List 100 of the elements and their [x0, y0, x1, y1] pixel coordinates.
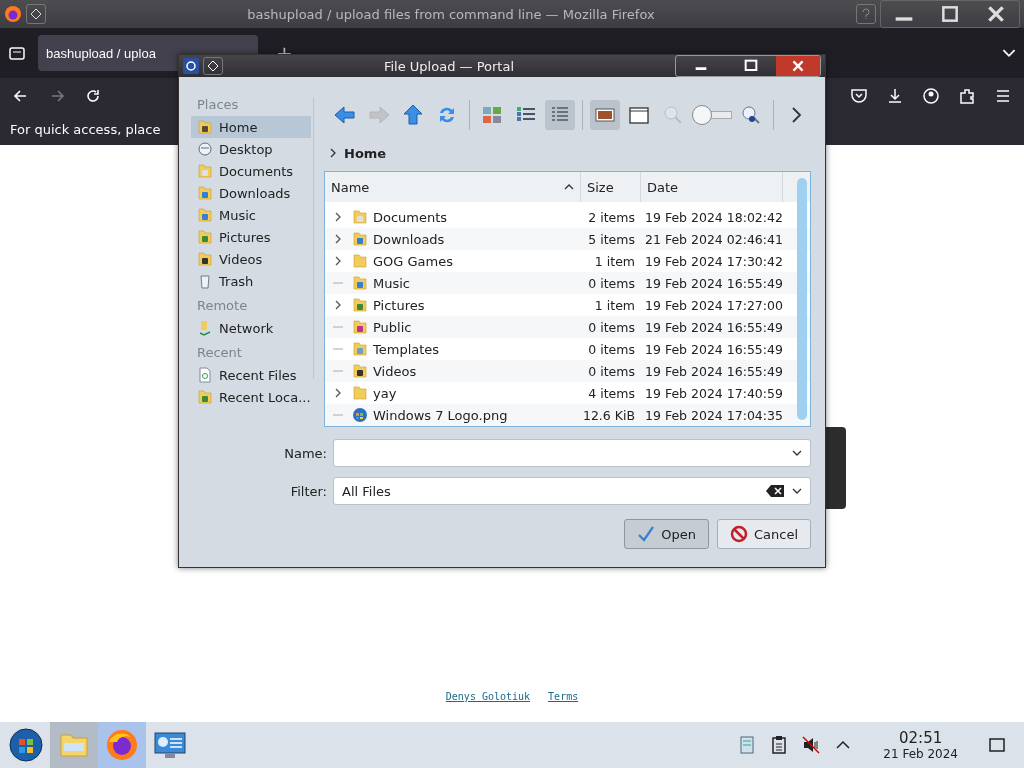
pocket-icon[interactable] — [850, 86, 868, 105]
kde-icon[interactable] — [183, 58, 199, 74]
download-icon[interactable] — [886, 86, 904, 105]
folder-icon — [197, 119, 213, 135]
places-item[interactable]: Downloads — [191, 182, 311, 204]
file-name[interactable]: Documents — [373, 209, 448, 225]
extensions-icon[interactable] — [958, 86, 976, 105]
file-size: 1 item — [593, 297, 636, 313]
folder-icon — [197, 251, 213, 267]
file-name[interactable]: Templates — [373, 341, 440, 357]
places-item[interactable]: Documents — [191, 160, 311, 182]
firefox-icon[interactable] — [105, 728, 139, 762]
file-size: 2 items — [587, 209, 636, 225]
file-name[interactable]: Music — [373, 275, 410, 291]
column-header[interactable]: Date — [641, 172, 783, 202]
folder-icon — [197, 185, 213, 201]
tab-overview-icon[interactable] — [8, 44, 26, 62]
folder-icon — [197, 389, 213, 405]
cancel-button[interactable]: Cancel — [716, 519, 811, 549]
places-heading: Places — [196, 97, 240, 114]
cancel-icon[interactable] — [729, 525, 748, 543]
checkmark-icon[interactable] — [637, 525, 656, 543]
network-folder-icon — [197, 320, 213, 336]
folder-icon — [352, 319, 368, 335]
slider-thumb[interactable] — [692, 105, 712, 125]
field-label: Filter: — [289, 483, 327, 499]
folder-icon — [197, 163, 213, 179]
field-label: Name: — [283, 445, 327, 461]
monitor-settings-icon[interactable] — [153, 730, 187, 760]
pin-button[interactable] — [203, 57, 223, 75]
firefox-icon[interactable] — [4, 5, 22, 23]
file-size: 4 items — [587, 385, 636, 401]
clear-icon[interactable] — [766, 485, 784, 497]
globe-icon — [352, 407, 368, 423]
places-item[interactable]: Pictures — [191, 226, 311, 248]
scrollbar[interactable] — [797, 178, 807, 420]
places-item[interactable]: Trash — [191, 270, 311, 292]
file-size: 0 items — [587, 363, 636, 379]
dialog-title: File Upload — Portal — [382, 58, 516, 74]
open-button[interactable]: Open — [624, 519, 709, 549]
places-item[interactable]: Home — [191, 116, 311, 138]
expand-icon — [333, 300, 343, 310]
file-name[interactable]: Pictures — [373, 297, 425, 313]
file-name[interactable]: yay — [373, 385, 397, 401]
file-name[interactable]: Windows 7 Logo.png — [373, 407, 508, 423]
clock-time[interactable]: 02:51 — [899, 729, 943, 747]
folder-icon — [352, 231, 368, 247]
muted-speaker-icon[interactable] — [801, 735, 822, 755]
name-field[interactable] — [333, 439, 811, 467]
file-name[interactable]: Downloads — [373, 231, 445, 247]
breadcrumb[interactable]: Home — [344, 145, 387, 161]
folder-icon — [352, 341, 368, 357]
file-date: 19 Feb 2024 16:55:49 — [644, 363, 783, 379]
folder-icon — [352, 363, 368, 379]
file-name[interactable]: Public — [373, 319, 412, 335]
window-title: bashupload / upload files from command line — Mozilla Firefox — [246, 6, 656, 22]
clock-date[interactable]: 21 Feb 2024 — [883, 747, 958, 761]
file-date: 19 Feb 2024 16:55:49 — [644, 341, 783, 357]
file-name[interactable]: Videos — [373, 363, 417, 379]
file-date: 21 Feb 2024 02:46:41 — [644, 231, 783, 247]
footer-link[interactable]: Terms — [548, 691, 579, 702]
file-size: 0 items — [587, 319, 636, 335]
file-date: 19 Feb 2024 17:27:00 — [644, 297, 783, 313]
file-size: 0 items — [587, 275, 636, 291]
places-item[interactable]: Music — [191, 204, 311, 226]
places-item[interactable]: Desktop — [191, 138, 311, 160]
file-size: 1 item — [593, 253, 636, 269]
trash-icon — [197, 273, 213, 289]
zoom-slider[interactable] — [692, 104, 732, 126]
close-icon[interactable] — [776, 56, 820, 76]
folder-icon — [352, 385, 368, 401]
file-name[interactable]: GOG Games — [373, 253, 453, 269]
places-item[interactable]: Videos — [191, 248, 311, 270]
file-size: 0 items — [587, 341, 636, 357]
expand-icon — [333, 234, 343, 244]
account-icon[interactable] — [922, 86, 940, 105]
desktop-icon — [197, 141, 213, 157]
folder-icon — [197, 207, 213, 223]
expand-icon — [333, 212, 343, 222]
file-date: 19 Feb 2024 17:04:35 — [644, 407, 783, 423]
places-item[interactable]: Recent Files — [191, 364, 311, 386]
show-desktop-icon[interactable] — [988, 736, 1006, 754]
help-icon[interactable] — [861, 8, 871, 20]
folder-icon — [352, 253, 368, 269]
places-item[interactable]: Recent Loca... — [191, 386, 311, 408]
places-item[interactable]: Network — [191, 317, 311, 339]
folder-icon — [352, 297, 368, 313]
breadcrumb-chevron-icon — [328, 148, 338, 158]
expand-icon — [333, 388, 343, 398]
folder-icon — [352, 209, 368, 225]
file-date: 19 Feb 2024 17:30:42 — [644, 253, 783, 269]
filter-field[interactable]: All Files — [333, 477, 811, 505]
column-header[interactable]: Name — [325, 172, 581, 202]
start-orb-icon[interactable] — [9, 728, 43, 762]
places-heading: Remote — [196, 298, 249, 315]
column-header[interactable]: Size — [581, 172, 641, 202]
file-date: 19 Feb 2024 16:55:49 — [644, 319, 783, 335]
footer-link[interactable]: Denys Golotiuk — [445, 691, 531, 702]
dropdown-icon — [792, 486, 802, 496]
file-date: 19 Feb 2024 16:55:49 — [644, 275, 783, 291]
